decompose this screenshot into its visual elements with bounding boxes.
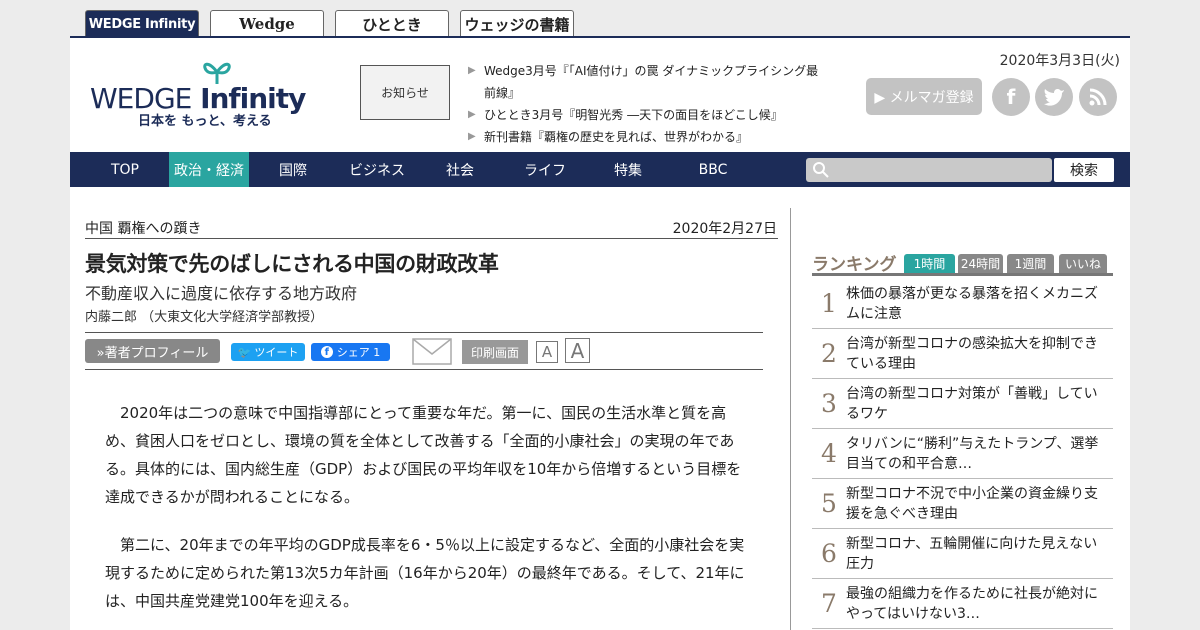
- font-size-small-button[interactable]: A: [536, 341, 558, 363]
- rank-title[interactable]: 新型コロナ、五輪開催に向けた見えない圧力: [846, 534, 1113, 574]
- rank-title[interactable]: 最強の組織力を作るために社長が絶対にやってはいけない3…: [846, 584, 1113, 624]
- site-logo[interactable]: WEDGE Infinity 日本を もっと、考える: [90, 58, 320, 129]
- header-news: ▶ Wedge3月号『「AI値付け」の罠 ダイナミックプライシング最前線』 ▶ ひと…: [468, 60, 828, 148]
- nav-society[interactable]: 社会: [435, 152, 485, 187]
- divider: [85, 369, 763, 370]
- logo-tagline: 日本を もっと、考える: [138, 114, 272, 129]
- news-item[interactable]: ▶ Wedge3月号『「AI値付け」の罠 ダイナミックプライシング最前線』: [468, 60, 828, 104]
- today-date: 2020年3月3日(火): [999, 53, 1120, 69]
- ranking-title: ランキング: [812, 255, 897, 275]
- nav-business[interactable]: ビジネス: [340, 152, 414, 187]
- rank-title[interactable]: 新型コロナ不況で中小企業の資金繰り支援を急ぐべき理由: [846, 484, 1113, 524]
- ranking-list: 1 株価の暴落が更なる暴落を招くメカニズムに注意 2 台湾が新型コロナの感染拡大を抑…: [812, 279, 1113, 629]
- ranking-item[interactable]: 6 新型コロナ、五輪開催に向けた見えない圧力: [812, 529, 1113, 579]
- divider: [85, 332, 763, 333]
- facebook-icon[interactable]: f: [992, 78, 1030, 116]
- ranking-item[interactable]: 7 最強の組織力を作るために社長が絶対にやってはいけない3…: [812, 579, 1113, 629]
- ribbon-icon: [203, 62, 231, 84]
- ranking-item[interactable]: 3 台湾の新型コロナ対策が「善戦」しているワケ: [812, 379, 1113, 429]
- article-author: 内藤二郎 （大東文化大学経済学部教授）: [85, 310, 324, 325]
- rank-title[interactable]: タリバンに“勝利”与えたトランプ、選挙目当ての和平合意…: [846, 434, 1113, 474]
- rss-icon[interactable]: [1079, 78, 1117, 116]
- nav-international[interactable]: 国際: [268, 152, 318, 187]
- nav-top[interactable]: TOP: [100, 152, 150, 187]
- facebook-share-label: シェア 1: [336, 346, 381, 359]
- search-input[interactable]: [806, 158, 1052, 182]
- article-paragraph: 2020年は二つの意味で中国指導部にとって重要な年だ。第一に、国民の生活水準と質…: [105, 404, 742, 506]
- tweet-button[interactable]: 🐦 ツイート: [231, 343, 305, 361]
- site-tab-hitotoki[interactable]: ひととき: [335, 10, 449, 37]
- article-body: 2020年は二つの意味で中国指導部にとって重要な年だ。第一に、国民の生活水準と質…: [105, 399, 755, 630]
- article-date: 2020年2月27日: [672, 221, 777, 237]
- ranking-tab-1w[interactable]: 1週間: [1007, 254, 1054, 273]
- rank-title[interactable]: 台湾の新型コロナ対策が「善戦」しているワケ: [846, 384, 1113, 424]
- news-text: Wedge3月号『「AI値付け」の罠 ダイナミックプライシング最前線』: [484, 64, 819, 100]
- rank-number: 4: [821, 439, 837, 468]
- rank-number: 3: [821, 389, 837, 418]
- site-tab-books[interactable]: ウェッジの書籍: [460, 10, 574, 37]
- rank-title[interactable]: 株価の暴落が更なる暴落を招くメカニズムに注意: [846, 284, 1113, 324]
- nav-life[interactable]: ライフ: [515, 152, 575, 187]
- notice-button[interactable]: お知らせ: [360, 65, 450, 120]
- rank-number: 6: [821, 539, 837, 568]
- author-profile-button[interactable]: »著者プロフィール: [85, 339, 220, 363]
- facebook-share-button[interactable]: f シェア 1: [311, 343, 390, 361]
- article-category[interactable]: 中国 覇権への躓き: [85, 218, 201, 238]
- triangle-icon: ▶: [468, 131, 476, 142]
- main-nav: TOP 政治・経済 国際 ビジネス 社会 ライフ 特集 BBC 検索: [70, 152, 1130, 187]
- triangle-icon: ▶: [468, 65, 476, 76]
- print-button[interactable]: 印刷画面: [462, 340, 528, 364]
- site-tab-wedge-infinity[interactable]: WEDGE Infinity: [85, 10, 199, 37]
- article-title: 景気対策で先のばしにされる中国の財政改革: [85, 252, 499, 276]
- nav-politics-economy[interactable]: 政治・経済: [169, 152, 249, 187]
- ranking-tab-likes[interactable]: いいね: [1059, 254, 1107, 273]
- nav-feature[interactable]: 特集: [603, 152, 653, 187]
- news-item[interactable]: ▶ 新刊書籍『覇権の歴史を見れば、世界がわかる』: [468, 126, 828, 148]
- divider: [85, 238, 778, 239]
- ranking-tab-24h[interactable]: 24時間: [958, 254, 1003, 273]
- mailmag-button[interactable]: ▶ メルマガ登録: [866, 78, 982, 115]
- facebook-icon: f: [320, 346, 333, 358]
- ranking-item[interactable]: 1 株価の暴落が更なる暴落を招くメカニズムに注意: [812, 279, 1113, 329]
- site-tab-wedge[interactable]: Wedge: [210, 10, 324, 37]
- rank-title[interactable]: 台湾が新型コロナの感染拡大を抑制できている理由: [846, 334, 1113, 374]
- twitter-icon[interactable]: [1035, 78, 1073, 116]
- rank-number: 5: [821, 489, 837, 518]
- news-item[interactable]: ▶ ひととき3月号『明智光秀 ―天下の面目をほどこし候』: [468, 104, 828, 126]
- ranking-item[interactable]: 4 タリバンに“勝利”与えたトランプ、選挙目当ての和平合意…: [812, 429, 1113, 479]
- tweet-label: ツイート: [254, 346, 299, 359]
- article-subtitle: 不動産収入に過度に依存する地方政府: [85, 284, 358, 303]
- page: WEDGE Infinity 日本を もっと、考える お知らせ ▶ Wedge3月…: [70, 36, 1130, 630]
- ranking-header: ランキング 1時間 24時間 1週間 いいね: [812, 250, 1113, 276]
- news-text: 新刊書籍『覇権の歴史を見れば、世界がわかる』: [484, 130, 749, 144]
- site-tabs: WEDGE Infinity Wedge ひととき ウェッジの書籍: [85, 10, 574, 37]
- twitter-bird-icon: 🐦: [237, 345, 252, 359]
- news-text: ひととき3月号『明智光秀 ―天下の面目をほどこし候』: [484, 108, 783, 122]
- ranking-item[interactable]: 5 新型コロナ不況で中小企業の資金繰り支援を急ぐべき理由: [812, 479, 1113, 529]
- nav-bbc[interactable]: BBC: [688, 152, 738, 187]
- triangle-icon: ▶: [468, 109, 476, 120]
- rank-number: 1: [821, 289, 837, 318]
- article-paragraph: 第二に、20年までの年平均のGDP成長率を6・5％以上に設定するなど、全面的小康…: [105, 536, 745, 610]
- mail-icon[interactable]: [412, 338, 452, 365]
- rank-number: 2: [821, 339, 837, 368]
- column-divider: [790, 208, 791, 630]
- ranking-item[interactable]: 2 台湾が新型コロナの感染拡大を抑制できている理由: [812, 329, 1113, 379]
- search-icon: [813, 162, 829, 178]
- rank-number: 7: [821, 589, 837, 618]
- ranking-tab-1h[interactable]: 1時間: [904, 254, 955, 273]
- search-button[interactable]: 検索: [1054, 158, 1114, 182]
- font-size-large-button[interactable]: A: [565, 338, 590, 363]
